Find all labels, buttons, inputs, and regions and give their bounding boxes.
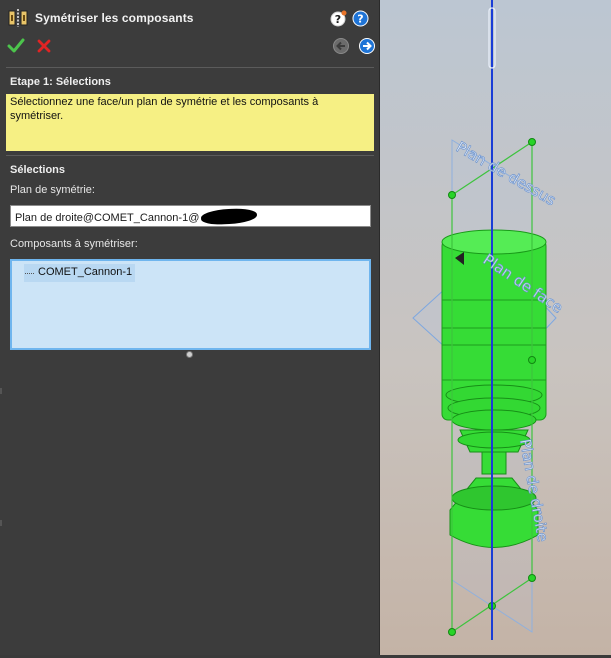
plane-handle[interactable]: [528, 138, 536, 146]
edge-mark: [0, 388, 2, 394]
property-manager-panel: Symétriser les composants ? ? Etape 1: S…: [0, 0, 380, 655]
divider: [6, 155, 374, 156]
svg-text:?: ?: [357, 13, 363, 26]
plane-selection-field[interactable]: Plan de droite@COMET_Cannon-1@: [10, 205, 371, 227]
components-label: Composants à symétriser:: [10, 238, 138, 250]
plane-handle[interactable]: [528, 356, 536, 364]
svg-text:?: ?: [335, 13, 341, 26]
panel-title: Symétriser les composants: [35, 11, 194, 25]
help-icon[interactable]: ?: [352, 10, 369, 27]
list-item[interactable]: COMET_Cannon-1: [24, 264, 136, 282]
back-arrow-icon[interactable]: [332, 37, 350, 55]
redacted-mark: [201, 207, 258, 226]
graphics-viewport[interactable]: Plan de dessus Plan de face Plan de droi…: [380, 0, 611, 655]
next-arrow-icon[interactable]: [358, 37, 376, 55]
panel-titlebar: Symétriser les composants ? ?: [0, 0, 380, 36]
divider: [6, 67, 374, 68]
plane-handle[interactable]: [528, 574, 536, 582]
instruction-message: Sélectionnez une face/un plan de symétri…: [6, 94, 374, 151]
selections-title: Sélections: [10, 164, 66, 176]
nozzle-rim: [451, 485, 537, 511]
nozzle-throat: [481, 451, 507, 475]
panel-toolbar: [0, 36, 380, 58]
model-view: Plan de dessus Plan de face Plan de droi…: [412, 0, 567, 640]
plane-selection-value: Plan de droite@COMET_Cannon-1@: [15, 212, 200, 224]
step-title: Etape 1: Sélections: [10, 76, 111, 88]
components-list[interactable]: COMET_Cannon-1: [10, 259, 371, 350]
edge-mark: [0, 520, 2, 526]
plane-handle[interactable]: [448, 191, 456, 199]
list-resize-handle[interactable]: [186, 351, 193, 358]
ring: [451, 409, 537, 431]
plane-handle[interactable]: [448, 628, 456, 636]
help-quick-icon[interactable]: ?: [330, 10, 347, 27]
mirror-components-icon: [8, 9, 28, 27]
cancel-x-icon[interactable]: [35, 37, 53, 55]
cannon-top-face: [441, 229, 547, 255]
plane-label: Plan de symétrie:: [10, 184, 95, 196]
ok-check-icon[interactable]: [7, 37, 25, 55]
